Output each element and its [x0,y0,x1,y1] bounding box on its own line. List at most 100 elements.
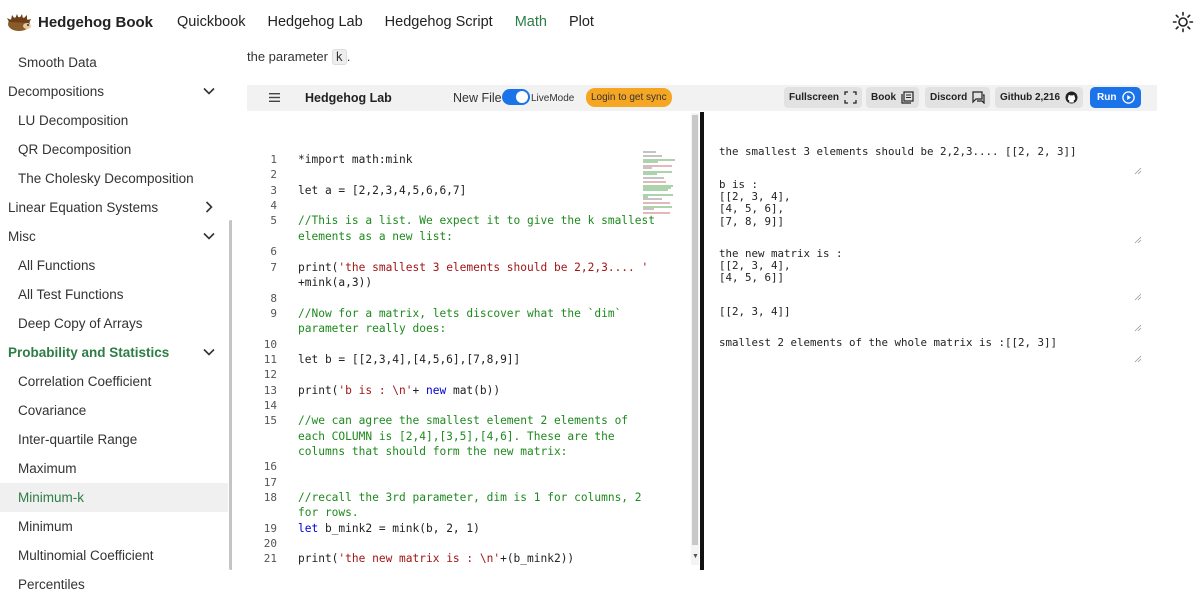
pane-divider[interactable] [700,112,704,570]
sidebar-item[interactable]: All Test Functions [0,280,228,309]
nav-link-quickbook[interactable]: Quickbook [177,14,246,30]
sidebar-item[interactable]: Probability and Statistics [0,338,228,367]
github-button[interactable]: Github 2,216 [995,87,1084,108]
sidebar-item[interactable]: Covariance [0,396,228,425]
nav-link-hedgehog-lab[interactable]: Hedgehog Lab [268,14,363,30]
fullscreen-button[interactable]: Fullscreen [784,87,863,108]
chevron-down-icon[interactable] [202,229,216,243]
code-token: new [426,384,447,397]
code-token: b_mink2 = mink(b, 2, 1) [318,522,480,535]
discord-button[interactable]: Discord [925,87,991,108]
scroll-down-arrow-icon[interactable]: ▼ [692,553,699,560]
login-sync-button[interactable]: Login to get sync [586,88,672,107]
code-line[interactable]: for rows. [298,506,359,519]
code-token: for rows. [298,506,359,519]
sidebar-item-label: All Functions [18,258,96,273]
chevron-down-icon[interactable] [202,84,216,98]
resize-grip-icon[interactable] [1134,355,1142,363]
output-block[interactable]: b is : [[2, 3, 4], [4, 5, 6], [7, 8, 9]] [719,178,1139,228]
toggle-knob [516,91,528,103]
sidebar-item[interactable]: Smooth Data [0,48,228,77]
play-icon [1122,91,1136,104]
code-token: + [412,384,426,397]
line-number: 18 [263,491,277,504]
chevron-down-icon[interactable] [202,345,216,359]
output-block[interactable]: the new matrix is : [[2, 3, 4], [4, 5, 6… [719,247,1139,285]
top-navbar: Hedgehog Book Quickbook Hedgehog Lab Hed… [0,0,1200,44]
code-line[interactable]: //recall the 3rd parameter, dim is 1 for… [298,491,642,504]
code-line[interactable]: columns that should form the new matrix: [298,445,567,458]
resize-grip-icon[interactable] [1134,167,1142,175]
sidebar-item[interactable]: The Cholesky Decomposition [0,164,228,193]
sidebar-item-label: Covariance [18,403,87,418]
run-button[interactable]: Run [1090,87,1141,108]
code-line[interactable]: parameter really does: [298,322,446,335]
code-line[interactable]: let b = [[2,3,4],[4,5,6],[7,8,9]] [298,353,520,366]
sidebar-item[interactable]: All Functions [0,251,228,280]
resize-grip-icon[interactable] [1134,293,1142,301]
nav-link-math[interactable]: Math [515,14,547,30]
line-number: 4 [270,199,277,212]
sidebar-item[interactable]: Linear Equation Systems [0,193,228,222]
code-line[interactable]: print('b is : \n'+ new mat(b)) [298,384,500,397]
code-token: +(b_mink2)) [500,552,575,565]
github-icon [1065,91,1078,104]
line-number: 10 [263,338,277,351]
nav-link-plot[interactable]: Plot [569,14,594,30]
sidebar-item[interactable]: Maximum [0,454,228,483]
line-number: 2 [270,168,277,181]
line-number: 3 [270,184,277,197]
sun-icon[interactable] [1172,11,1194,33]
code-line[interactable]: //we can agree the smallest element 2 el… [298,414,628,427]
line-number: 19 [263,522,277,535]
sidebar: Smooth Data Decompositions LU Decompositio… [0,44,232,605]
code-line[interactable]: *import math:mink [298,153,413,166]
chevron-right-icon[interactable] [202,200,216,214]
livemode-toggle[interactable] [502,89,530,105]
sidebar-item[interactable]: QR Decomposition [0,135,228,164]
sidebar-item[interactable]: Deep Copy of Arrays [0,309,228,338]
sidebar-item-label: Minimum-k [18,490,84,505]
sidebar-item[interactable]: Misc [0,222,228,251]
sidebar-item-label: The Cholesky Decomposition [18,171,194,186]
code-token: //we can agree the smallest element 2 el… [298,414,629,427]
nav-link-hedgehog-script[interactable]: Hedgehog Script [385,14,493,30]
code-token: print( [298,384,339,397]
editor-minimap[interactable] [642,150,678,216]
sidebar-item[interactable]: Decompositions [0,77,228,106]
hamburger-menu-icon[interactable] [269,93,280,102]
sidebar-item[interactable]: Inter-quartile Range [0,425,228,454]
sidebar-item[interactable]: Minimum-k [0,483,228,512]
code-line[interactable]: +mink(a,3)) [298,276,372,289]
code-line[interactable]: print('the smallest 3 elements should be… [298,261,648,274]
sidebar-item-label: Multinomial Coefficient [18,548,154,563]
code-token: //This is a list. We expect it to give t… [298,214,655,227]
code-line[interactable]: //Now for a matrix, lets discover what t… [298,307,621,320]
sidebar-item[interactable]: Minimum [0,512,228,541]
sidebar-item-label: Linear Equation Systems [8,200,159,215]
sidebar-item[interactable]: Multinomial Coefficient [0,541,228,570]
code-line[interactable]: let a = [2,2,3,4,5,6,6,7] [298,184,466,197]
code-line[interactable]: each COLUMN is [2,4],[3,5],[4,6]. These … [298,430,615,443]
code-token: let b = [[2,3,4],[4,5,6],[7,8,9]] [298,353,521,366]
code-line[interactable]: print('the new matrix is : \n'+(b_mink2)… [298,552,574,565]
resize-grip-icon[interactable] [1134,236,1142,244]
resize-grip-icon[interactable] [1134,324,1142,332]
sidebar-item[interactable]: Percentiles [0,570,228,599]
output-block[interactable]: [[2, 3, 4]] [719,305,1139,318]
sidebar-item-label: Inter-quartile Range [18,432,138,447]
output-block[interactable]: the smallest 3 elements should be 2,2,3.… [719,145,1139,158]
code-line[interactable]: let b_mink2 = mink(b, 2, 1) [298,522,480,535]
output-block[interactable]: smallest 2 elements of the whole matrix … [719,336,1139,349]
sidebar-item[interactable]: LU Decomposition [0,106,228,135]
code-line[interactable]: elements as a new list: [298,230,453,243]
code-editor[interactable]: ▼ 1 2 3 4 5 6 7 8 9 10 11 12 13 14 15 16 17 18 19 20 21 *impo… [247,112,700,565]
book-button[interactable]: Book [866,87,919,108]
new-file-button[interactable]: New File [453,91,502,105]
code-line[interactable]: //This is a list. We expect it to give t… [298,214,655,227]
sidebar-scrollbar[interactable] [229,220,232,570]
sidebar-item[interactable]: Correlation Coefficient [0,367,228,396]
brand-name: Hedgehog Book [38,13,153,31]
brand[interactable]: Hedgehog Book [6,11,153,33]
editor-scrollbar-thumb[interactable] [692,115,698,545]
